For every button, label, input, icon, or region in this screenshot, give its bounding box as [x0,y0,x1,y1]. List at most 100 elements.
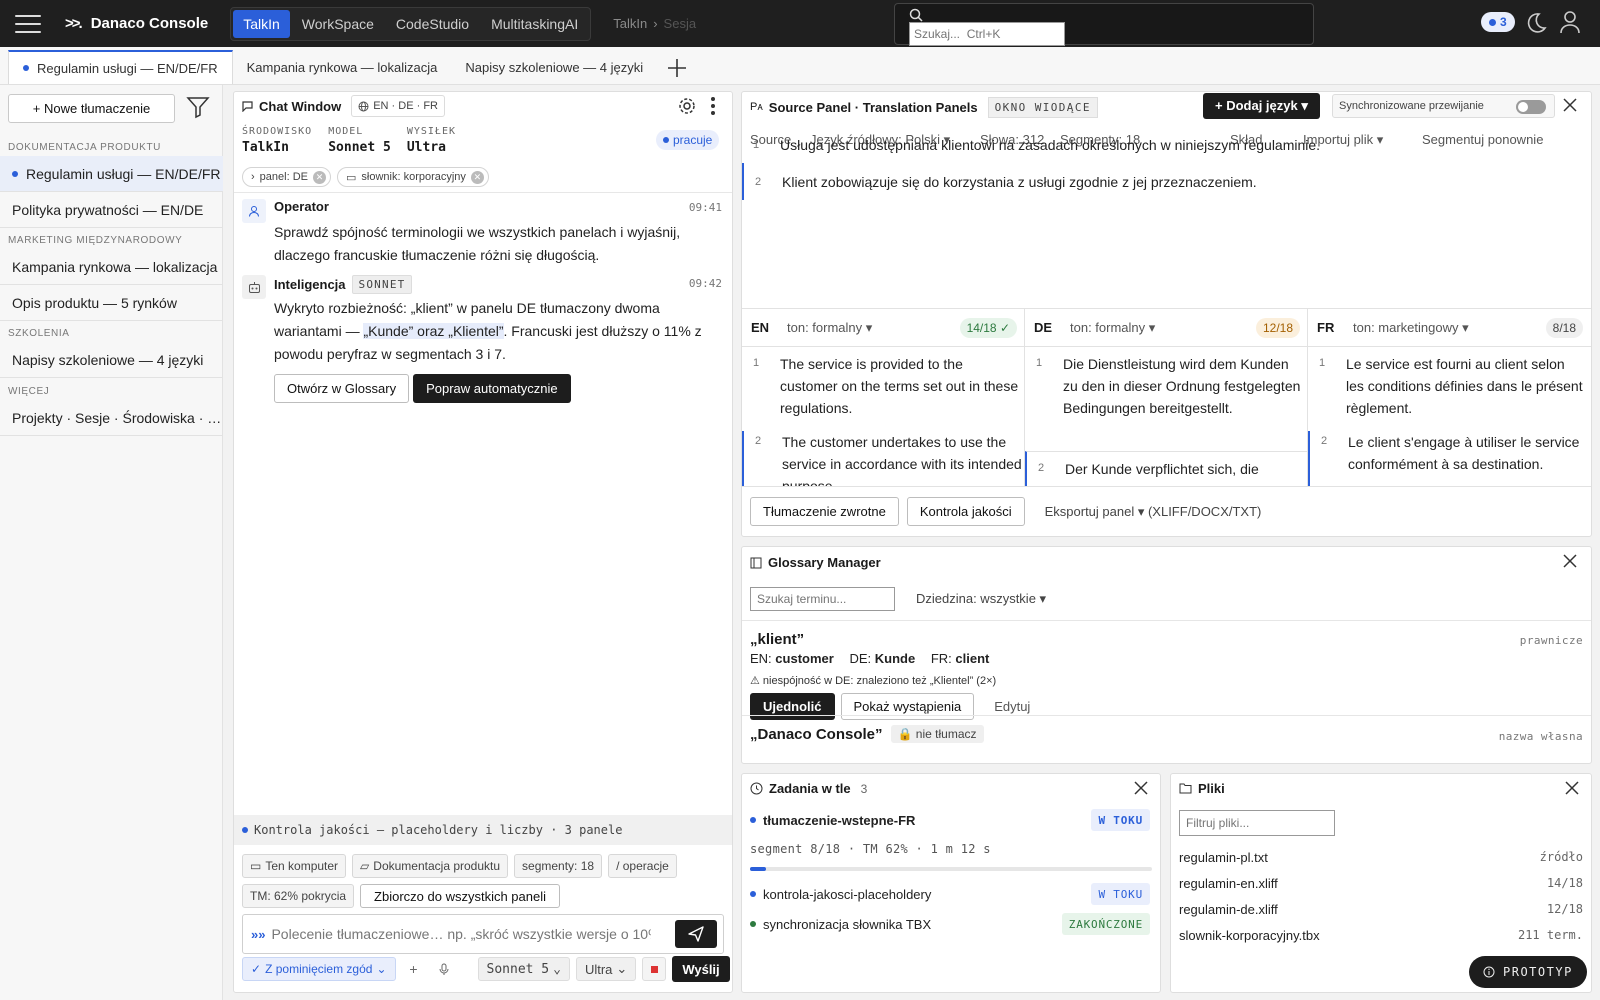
source-segment[interactable]: 1 Usługa jest udostępniana klientowi na z… [742,126,1591,163]
glossary-term-row[interactable]: „Danaco Console” 🔒 nie tłumacz [750,725,984,743]
translation-segment[interactable]: 2 The customer undertakes to use the serv… [742,431,1024,487]
files-filter-input[interactable] [1179,810,1335,836]
effort-select[interactable]: Ultra ⌄ [575,957,637,981]
add-tab-button[interactable] [661,52,693,84]
running-task-bar[interactable]: Kontrola jakości — placeholdery i liczby… [234,815,732,845]
open-in-glossary-button[interactable]: Otwórz w Glossary [274,374,410,403]
new-translation-button[interactable]: + Nowe tłumaczenie [8,94,175,123]
global-search-input[interactable] [909,22,1065,46]
file-row[interactable]: regulamin-de.xliff 12/18 [1179,898,1583,920]
file-row[interactable]: regulamin-pl.txt źródło [1179,846,1583,868]
doc-tab-regulamin[interactable]: Regulamin usługi — EN/DE/FR [8,50,233,84]
sidebar-item-opis[interactable]: Opis produktu — 5 rynków [0,285,223,321]
sync-scroll-toggle[interactable]: Synchronizowane przewijanie [1332,94,1555,118]
export-panel-select[interactable]: Eksportuj panel ▾ (XLIFF/DOCX/TXT) [1045,504,1262,520]
translation-segment[interactable]: 1 The service is provided to the customer… [742,353,1024,419]
edit-term-link[interactable]: Edytuj [994,699,1030,714]
translation-panel-fr: FR ton: marketingowy ▾ 8/18 1 Le service … [1308,309,1591,487]
translation-segment[interactable]: 2 Le client s'engage à utiliser le servic… [1308,431,1591,487]
model-select[interactable]: Sonnet 5 ⌄ [477,957,570,981]
source-segment[interactable]: 2 Klient zobowiązuje się do korzystania z… [742,163,1591,200]
translation-segment[interactable]: 1 Le service est fourni au client selon l… [1308,353,1591,419]
file-name: regulamin-en.xliff [1179,875,1278,891]
domain-select[interactable]: Dziedzina: wszystkie ▾ [916,591,1046,607]
quality-check-button[interactable]: Kontrola jakości [906,497,1025,526]
remove-chip-icon[interactable]: ✕ [312,170,326,184]
glossary-title: Glossary Manager [768,555,881,570]
background-tasks: Zadania w tle 3 tłumaczenie-wstepne-FR W… [741,773,1161,993]
task-row[interactable]: tłumaczenie-wstepne-FR W TOKU [750,808,1150,832]
sidebar-item-kampania[interactable]: Kampania rynkowa — lokalizacja [0,249,223,285]
app-tab-codestudio[interactable]: CodeStudio [386,10,479,38]
sidebar-item-napisy[interactable]: Napisy szkoleniowe — 4 języki [0,342,223,378]
dark-mode-icon[interactable] [1524,11,1548,35]
app-tab-talkin[interactable]: TalkIn [233,9,290,38]
attach-plus-icon[interactable]: + [402,957,426,981]
sidebar-group-label: WIĘCEJ [8,386,50,397]
global-search[interactable] [894,3,1314,46]
brand[interactable]: >>. Danaco Console [65,15,208,32]
glossary-term[interactable]: „klient” [750,631,804,648]
tone-select[interactable]: ton: marketingowy ▾ [1353,320,1469,336]
sidebar-item-more[interactable]: Projekty · Sesje · Środowiska · Ustawien… [0,400,223,436]
microphone-icon[interactable] [432,957,456,981]
filter-chip-glossary[interactable]: ▭ słownik: korporacyjny ✕ [336,167,489,187]
app-tab-workspace[interactable]: WorkSpace [292,10,384,38]
close-icon[interactable] [1134,781,1148,795]
highlighted-terms[interactable]: „Kunde” oraz „Klientel” [363,323,504,339]
permission-mode-select[interactable]: ✓ Z pominięciem zgód ⌄ [242,957,396,981]
send-icon-button[interactable] [675,920,717,948]
file-row[interactable]: regulamin-en.xliff 14/18 [1179,872,1583,894]
send-button[interactable]: Wyślij [672,956,730,982]
glossary-search-input[interactable] [750,587,895,611]
close-icon[interactable] [1563,554,1577,568]
tone-select[interactable]: ton: formalny ▾ [787,320,872,336]
context-chip-operations[interactable]: / operacje [608,854,677,878]
document-tabs: Regulamin usługi — EN/DE/FR Kampania ryn… [0,47,1600,85]
more-options-icon[interactable] [710,96,716,116]
divider [742,620,1591,621]
auto-fix-button[interactable]: Popraw automatycznie [413,374,571,403]
composer-controls: ✓ Z pominięciem zgód ⌄ + Sonnet 5 ⌄ Ultra ⌄ … [242,956,730,982]
doc-tab-napisy[interactable]: Napisy szkoleniowe — 4 języki [451,51,657,84]
toggle-switch[interactable] [1516,100,1546,114]
composer-input[interactable]: Polecenie tłumaczeniowe… np. „skróć wszy… [271,926,651,942]
task-status-badge: W TOKU [1091,809,1150,831]
breadcrumb-root[interactable]: TalkIn [613,16,647,31]
sidebar-item-polityka[interactable]: Polityka prywatności — EN/DE [0,192,223,228]
chat-header: Chat Window EN · DE · FR [234,92,732,120]
close-icon[interactable] [1565,781,1579,795]
chat-languages-chip[interactable]: EN · DE · FR [351,95,445,117]
sidebar-item-regulamin[interactable]: Regulamin usługi — EN/DE/FR [0,156,223,192]
menu-icon[interactable] [15,14,41,33]
app-tab-multitaskingai[interactable]: MultitaskingAI [481,10,588,38]
file-meta: 12/18 [1546,902,1583,916]
chevron-down-icon: ⌄ [616,961,628,976]
tone-select[interactable]: ton: formalny ▾ [1070,320,1155,336]
file-row[interactable]: slownik-korporacyjny.tbx 211 term. [1179,924,1583,946]
apply-all-panels-chip[interactable]: Zbiorczo do wszystkich paneli [360,884,560,908]
filter-icon[interactable] [186,95,210,119]
gear-icon[interactable] [677,96,697,116]
filter-chip-panel[interactable]: › panel: DE ✕ [242,167,331,187]
user-icon[interactable] [1559,10,1581,34]
translation-segment[interactable]: 1 Die Dienstleistung wird dem Kunden zu d… [1025,353,1307,441]
context-chip-computer[interactable]: ▭ Ten komputer [242,854,347,878]
translation-segment[interactable]: 2 Der Kunde verpflichtet sich, die Dienst… [1025,451,1307,487]
context-chip-segments[interactable]: segmenty: 18 [514,854,603,878]
back-translation-button[interactable]: Tłumaczenie zwrotne [750,497,899,526]
prototype-badge[interactable]: PROTOTYP [1469,956,1587,988]
task-row[interactable]: kontrola-jakosci-placeholdery W TOKU [750,882,1150,906]
task-row[interactable]: synchronizacja słownika TBX ZAKOŃCZONE [750,912,1150,936]
remove-chip-icon[interactable]: ✕ [470,170,484,184]
context-chip-tm[interactable]: TM: 62% pokrycia [242,884,355,908]
add-language-button[interactable]: + Dodaj język ▾ [1203,93,1320,119]
doc-tab-kampania[interactable]: Kampania rynkowa — lokalizacja [233,51,452,84]
stop-button[interactable] [642,957,667,981]
tasks-header: Zadania w tle 3 [750,781,867,796]
notifications-badge[interactable]: 3 [1481,12,1515,32]
context-chip-folder[interactable]: ▱ Dokumentacja produktu [352,854,509,878]
close-icon[interactable] [1563,98,1577,112]
progress-badge: 14/18 ✓ [959,318,1017,338]
composer[interactable]: »» Polecenie tłumaczeniowe… np. „skróć w… [242,914,724,954]
